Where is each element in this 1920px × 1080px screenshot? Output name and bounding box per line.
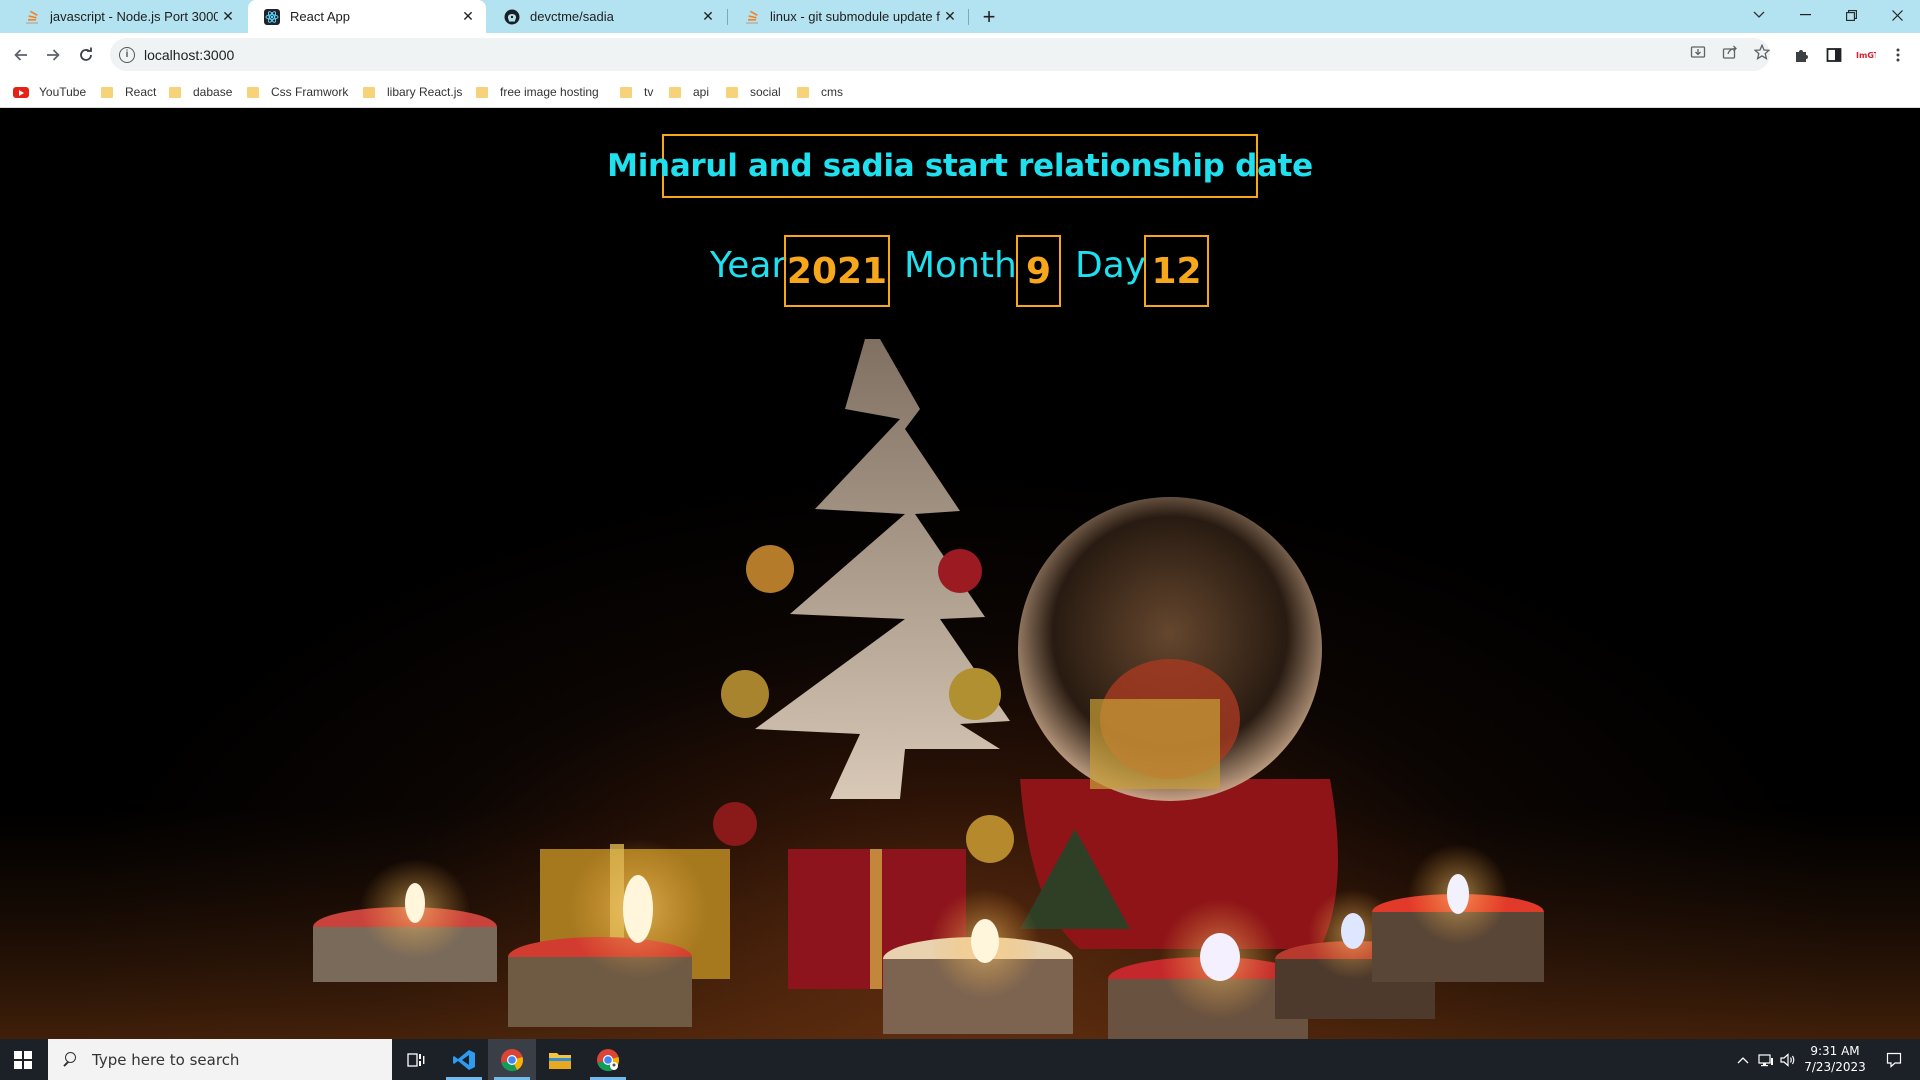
- date-row: Year 2021 Month 9 Day 12: [0, 235, 1920, 307]
- search-icon: [62, 1051, 78, 1068]
- day-value-box: 12: [1144, 235, 1209, 307]
- folder-icon: [363, 86, 375, 98]
- bookmark-folder-dabase[interactable]: dabase: [169, 82, 232, 102]
- address-bar[interactable]: i localhost:3000: [110, 38, 1770, 71]
- bookmark-label: YouTube: [39, 85, 87, 99]
- folder-icon: [476, 86, 488, 98]
- taskbar-clock[interactable]: 9:31 AM 7/23/2023: [1800, 1043, 1870, 1075]
- tab-search-button[interactable]: [1736, 0, 1782, 30]
- bookmark-folder-free-image-hosting[interactable]: free image hosting: [476, 82, 599, 102]
- bookmark-folder-api[interactable]: api: [669, 82, 709, 102]
- day-value: 12: [1151, 250, 1202, 292]
- month-label: Month: [904, 245, 1017, 286]
- task-view-icon[interactable]: [392, 1039, 440, 1080]
- bookmark-label: React: [125, 85, 157, 99]
- react-icon: [264, 8, 280, 25]
- bookmarks-bar: YouTube React dabase Css Framwork libary…: [0, 76, 1920, 108]
- tab-title: linux - git submodule update faile: [770, 9, 940, 24]
- chrome-icon[interactable]: [488, 1039, 536, 1080]
- bookmark-star-icon[interactable]: [1752, 42, 1772, 62]
- bookmark-label: libary React.js: [387, 85, 463, 99]
- network-icon[interactable]: [1756, 1039, 1776, 1080]
- bookmark-label: api: [693, 85, 710, 99]
- search-placeholder: Type here to search: [92, 1050, 240, 1069]
- folder-icon: [101, 86, 113, 98]
- clock-date: 7/23/2023: [1804, 1060, 1866, 1074]
- bookmark-folder-social[interactable]: social: [726, 82, 781, 102]
- chrome-profile-icon[interactable]: [584, 1039, 632, 1080]
- day-label: Day: [1075, 245, 1147, 286]
- close-icon[interactable]: ✕: [940, 7, 960, 27]
- restore-button[interactable]: [1828, 0, 1874, 30]
- year-value-box: 2021: [784, 235, 890, 307]
- close-window-button[interactable]: [1874, 0, 1920, 30]
- bookmark-folder-css-framwork[interactable]: Css Framwork: [247, 82, 348, 102]
- vscode-icon[interactable]: [440, 1039, 488, 1080]
- folder-icon: [797, 86, 809, 98]
- url-text: localhost:3000: [144, 46, 235, 63]
- svg-text:ImGT: ImGT: [1856, 51, 1876, 60]
- close-icon[interactable]: ✕: [698, 7, 718, 27]
- show-hidden-icons-chevron[interactable]: [1735, 1039, 1751, 1080]
- new-tab-button[interactable]: +: [976, 4, 1002, 30]
- month-value-box: 9: [1016, 235, 1061, 307]
- minimize-button[interactable]: [1782, 0, 1828, 30]
- notification-center-icon[interactable]: [1874, 1039, 1914, 1080]
- bookmark-label: free image hosting: [500, 85, 599, 99]
- page-title: Minarul and sadia start relationship dat…: [607, 148, 1313, 184]
- month-value: 9: [1025, 250, 1052, 292]
- site-info-icon[interactable]: i: [119, 46, 135, 63]
- year-value: 2021: [786, 250, 888, 292]
- bookmark-label: tv: [644, 85, 654, 99]
- file-explorer-icon[interactable]: [536, 1039, 584, 1080]
- tab-separator: [968, 9, 969, 25]
- stackoverflow-icon: [744, 9, 760, 25]
- bookmark-label: dabase: [193, 85, 233, 99]
- close-icon[interactable]: ✕: [218, 7, 238, 27]
- back-button[interactable]: [8, 42, 34, 68]
- bookmark-folder-cms[interactable]: cms: [797, 82, 843, 102]
- bookmark-folder-libary-react[interactable]: libary React.js: [363, 82, 462, 102]
- folder-icon: [726, 86, 738, 98]
- volume-icon[interactable]: [1778, 1039, 1798, 1080]
- bookmark-youtube[interactable]: YouTube: [13, 82, 86, 102]
- windows-start-icon[interactable]: [14, 1051, 32, 1069]
- folder-icon: [169, 86, 181, 98]
- bookmark-label: social: [750, 85, 781, 99]
- share-icon[interactable]: [1720, 42, 1740, 62]
- side-panel-icon[interactable]: [1823, 44, 1845, 66]
- tab-title: devctme/sadia: [530, 9, 614, 24]
- extension-badge-icon[interactable]: ImGT: [1855, 44, 1877, 66]
- year-label: Year: [710, 245, 787, 286]
- reload-button[interactable]: [73, 42, 99, 68]
- youtube-icon: [13, 86, 29, 98]
- bookmark-folder-react[interactable]: React: [101, 82, 156, 102]
- forward-button[interactable]: [40, 42, 66, 68]
- folder-icon: [620, 86, 632, 98]
- tab-title: javascript - Node.js Port 3000 alr: [50, 9, 218, 24]
- bookmark-folder-tv[interactable]: tv: [620, 82, 653, 102]
- tab-title: React App: [290, 9, 350, 24]
- stackoverflow-icon: [24, 9, 40, 25]
- bookmark-label: cms: [821, 85, 843, 99]
- tab-strip: javascript - Node.js Port 3000 alr ✕ Rea…: [0, 0, 1920, 33]
- tab-github-sadia[interactable]: devctme/sadia ✕: [488, 0, 726, 33]
- browser-toolbar: i localhost:3000 ImGT: [0, 33, 1920, 76]
- install-app-icon[interactable]: [1688, 42, 1708, 62]
- taskbar-search-box[interactable]: Type here to search: [48, 1039, 392, 1080]
- title-box: Minarul and sadia start relationship dat…: [607, 134, 1313, 198]
- page-viewport: Minarul and sadia start relationship dat…: [0, 109, 1920, 1039]
- bookmark-label: Css Framwork: [271, 85, 349, 99]
- folder-icon: [669, 86, 681, 98]
- clock-time: 9:31 AM: [1810, 1044, 1860, 1058]
- tab-stackoverflow-port[interactable]: javascript - Node.js Port 3000 alr ✕: [8, 0, 246, 33]
- windows-taskbar: Type here to search 9:31 AM 7/23/2023: [0, 1039, 1920, 1080]
- github-icon: [504, 9, 520, 25]
- tab-react-app[interactable]: React App ✕: [248, 0, 486, 33]
- folder-icon: [247, 86, 259, 98]
- tab-stackoverflow-submodule[interactable]: linux - git submodule update faile ✕: [728, 0, 968, 33]
- menu-kebab-icon[interactable]: [1887, 44, 1909, 66]
- extensions-puzzle-icon[interactable]: [1791, 44, 1813, 66]
- close-icon[interactable]: ✕: [458, 7, 478, 27]
